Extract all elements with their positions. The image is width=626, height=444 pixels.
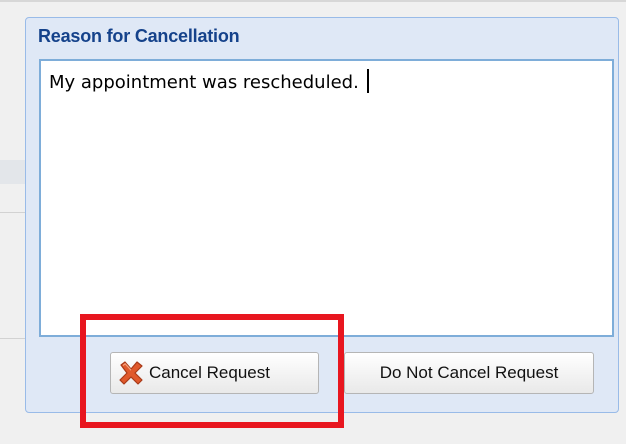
do-not-cancel-request-button[interactable]: Do Not Cancel Request	[344, 352, 594, 394]
backdrop-line-top	[0, 0, 626, 2]
backdrop-divider	[0, 212, 26, 213]
reason-text: My appointment was rescheduled.	[49, 72, 365, 93]
backdrop-tab-stub	[0, 160, 26, 184]
cancellation-dialog: Reason for Cancellation My appointment w…	[25, 17, 619, 413]
backdrop-divider	[0, 338, 26, 339]
red-x-icon	[117, 359, 145, 387]
do-not-cancel-label: Do Not Cancel Request	[379, 363, 559, 382]
cancel-request-button[interactable]: Cancel Request	[110, 352, 319, 394]
dialog-title: Reason for Cancellation	[38, 26, 240, 46]
reason-textarea[interactable]: My appointment was rescheduled.	[39, 59, 614, 337]
cancel-request-label: Cancel Request	[149, 363, 270, 382]
text-caret	[366, 69, 369, 93]
